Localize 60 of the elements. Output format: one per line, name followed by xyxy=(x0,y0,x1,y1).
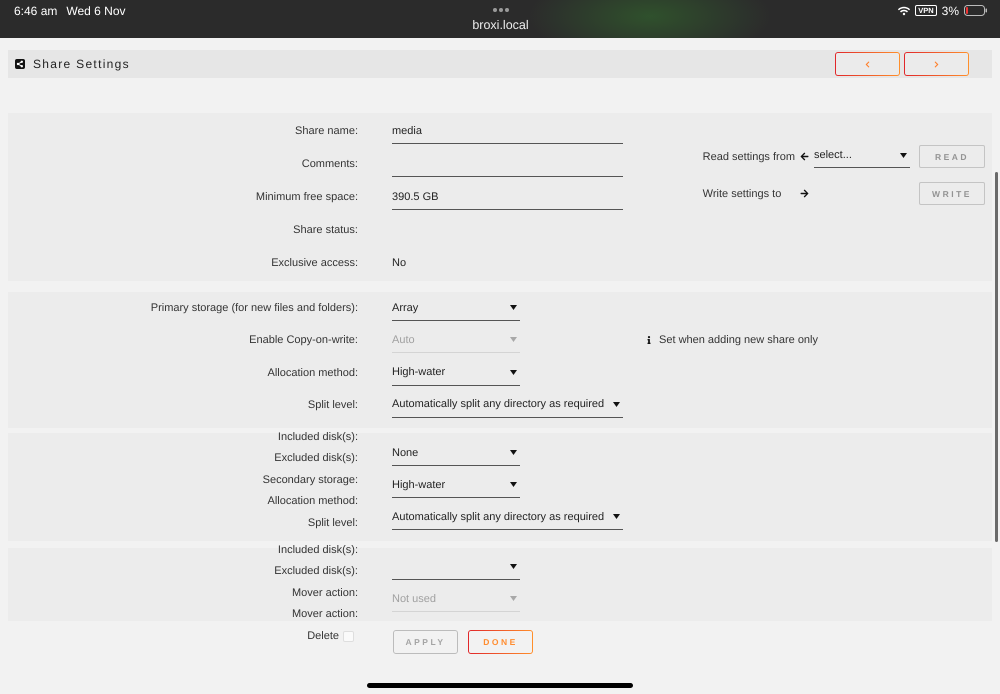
caret-icon xyxy=(510,305,517,310)
field-label: Mover action: xyxy=(292,608,358,621)
wifi-icon xyxy=(898,4,910,16)
field-label: Enable Copy-on-write: xyxy=(249,333,358,348)
caret-icon xyxy=(613,514,620,519)
caret-icon xyxy=(510,337,517,342)
share-icon xyxy=(15,59,25,69)
dropdown[interactable]: select... xyxy=(814,146,910,168)
dropdown[interactable]: Automatically split any directory as required xyxy=(392,506,623,530)
caret-icon xyxy=(510,564,517,569)
chevron-right-icon xyxy=(933,60,940,68)
field-label: Secondary storage: xyxy=(262,474,358,486)
dropdown[interactable]: Array xyxy=(392,297,520,321)
input-field[interactable]: 390.5 GB xyxy=(392,186,623,210)
address-text[interactable]: broxi.local xyxy=(472,18,529,32)
field-label: Share status: xyxy=(293,223,358,237)
chevron-left-icon xyxy=(864,60,871,68)
field-label: Split level: xyxy=(308,516,358,530)
field-label: Included disk(s): xyxy=(278,430,358,444)
field-label: Minimum free space: xyxy=(256,190,358,204)
field-label: Allocation method: xyxy=(268,495,358,508)
field-label: Mover action: xyxy=(292,586,358,600)
scrollbar-thumb[interactable] xyxy=(995,172,998,542)
clock-time: 6:46 am xyxy=(14,4,58,18)
previous-button[interactable] xyxy=(835,52,900,76)
info-icon xyxy=(645,336,653,344)
field-label: Share name: xyxy=(295,124,358,138)
caret-icon xyxy=(900,152,907,158)
field-label: Allocation method: xyxy=(268,366,358,380)
caret-icon xyxy=(510,370,517,375)
dots-icon xyxy=(492,8,508,12)
dropdown[interactable]: High-water xyxy=(392,362,520,386)
battery-percent: 3% xyxy=(942,4,959,18)
next-button[interactable] xyxy=(904,52,969,76)
status-date: Wed 6 Nov xyxy=(66,4,126,18)
field-label: Exclusive access: xyxy=(271,256,358,270)
field-value: No xyxy=(392,256,406,270)
field-label: Split level: xyxy=(308,398,358,412)
field-label: Excluded disk(s): xyxy=(274,565,358,578)
caret-icon xyxy=(510,482,517,487)
note-text: Set when adding new share only xyxy=(659,333,818,348)
write-settings-label: Write settings to xyxy=(702,186,782,200)
arrow-left-icon xyxy=(800,152,809,161)
field-label: Included disk(s): xyxy=(278,544,358,556)
delete-checkbox[interactable] xyxy=(343,631,354,642)
field-label: Comments: xyxy=(302,157,358,171)
input-field[interactable]: media xyxy=(392,120,623,144)
caret-icon xyxy=(613,402,620,407)
dropdown[interactable]: None xyxy=(392,442,520,466)
delete-label: Delete xyxy=(307,630,339,643)
field-label: Primary storage (for new files and folders): xyxy=(150,301,358,315)
battery-icon xyxy=(964,5,987,16)
page-title: Share Settings xyxy=(33,57,130,71)
caret-icon xyxy=(510,596,517,601)
dropdown[interactable]: High-water xyxy=(392,474,520,498)
arrow-right-icon xyxy=(800,189,809,198)
field-label: Excluded disk(s): xyxy=(274,452,358,465)
read-settings-label: Read settings from xyxy=(702,150,795,164)
dropdown[interactable]: Automatically split any directory as required xyxy=(392,394,623,418)
caret-icon xyxy=(510,450,517,455)
